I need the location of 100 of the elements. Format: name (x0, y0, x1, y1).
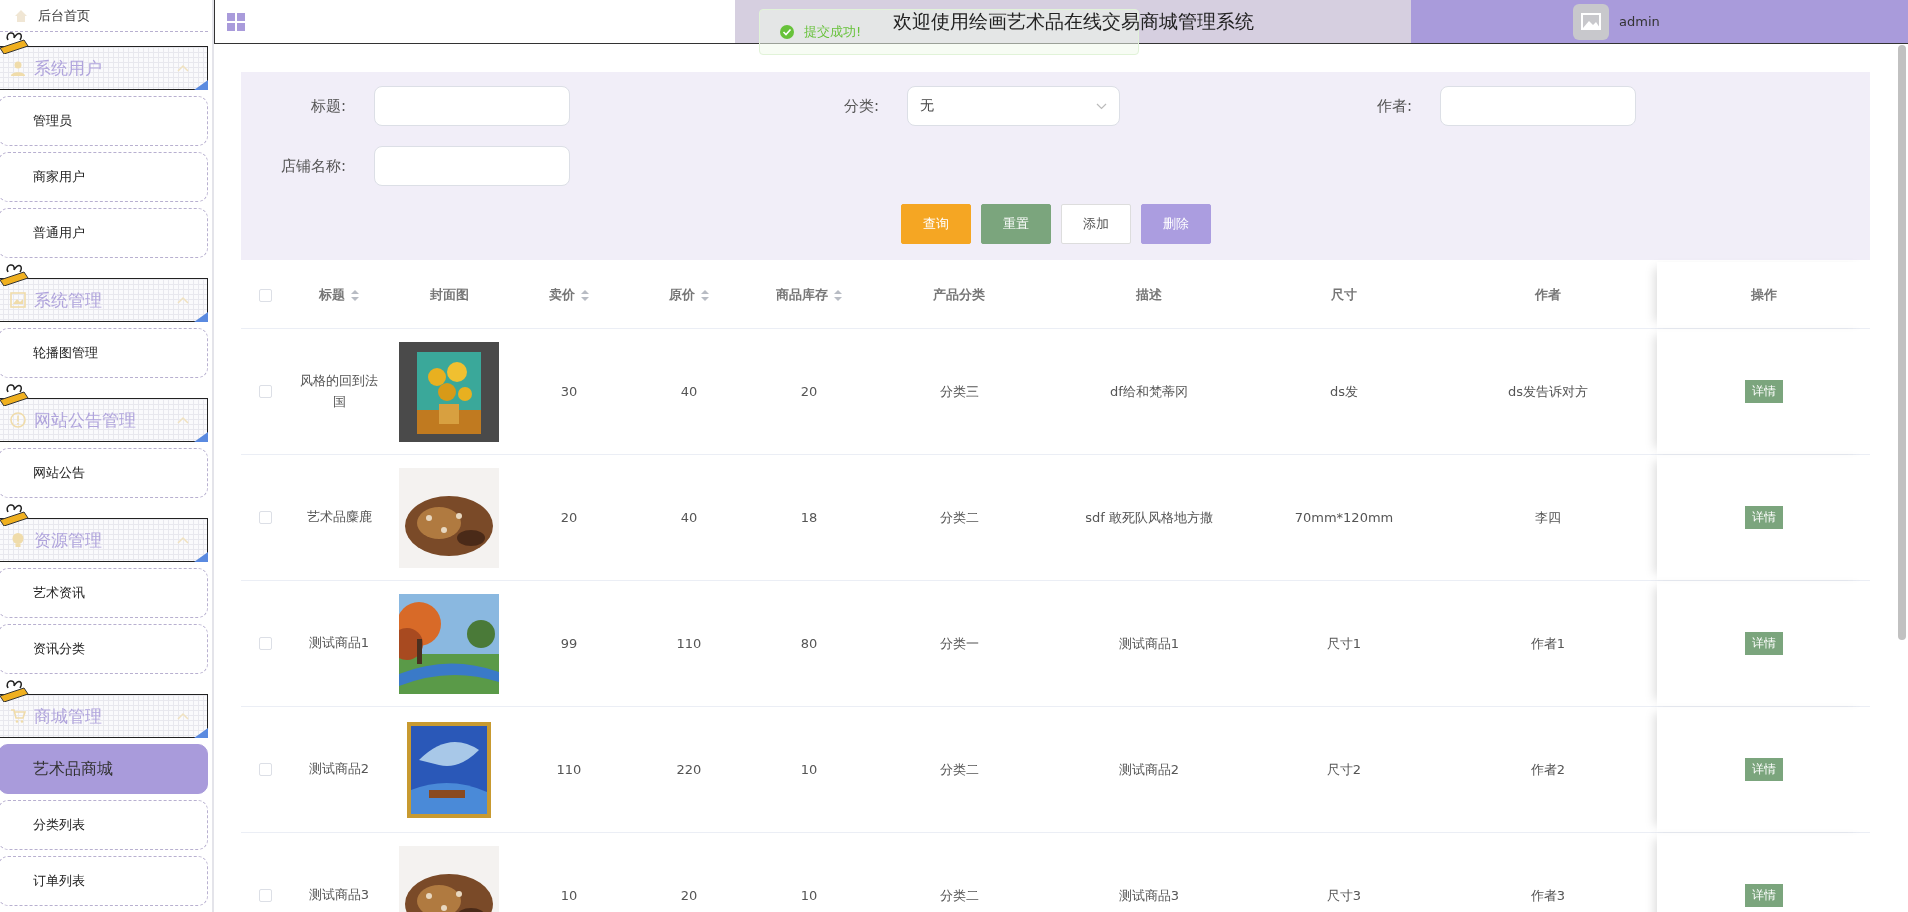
sidebar-item-label: 后台首页 (38, 6, 90, 25)
column-header: 卖价 (549, 286, 575, 304)
table-cell: df给和梵蒂冈 (1110, 382, 1188, 401)
sort-icon[interactable] (581, 289, 589, 301)
folded-corner-icon (194, 432, 208, 442)
table-cell: 80 (800, 636, 818, 651)
toast-message: 提交成功! (804, 23, 862, 41)
table-cell: 李四 (1535, 508, 1561, 527)
table-cell: 测试商品1 (1118, 634, 1180, 653)
table-cell: 40 (680, 510, 698, 525)
select-all-checkbox[interactable] (258, 288, 272, 302)
field-label: 店铺名称: (279, 156, 347, 176)
sort-icon[interactable] (701, 289, 709, 301)
table-cell-text: 风格的回到法国 (299, 371, 379, 411)
table-cell: 20 (680, 888, 698, 903)
caret-icon (177, 64, 189, 72)
row-checkbox[interactable] (258, 637, 272, 650)
detail-button[interactable]: 详情 (1744, 380, 1783, 403)
table-cell-text: 艺术品麋鹿 (306, 508, 372, 527)
row-checkbox[interactable] (258, 511, 272, 524)
folded-corner-icon (194, 728, 208, 738)
detail-button[interactable]: 详情 (1744, 632, 1783, 655)
cart-icon (10, 708, 26, 724)
binder-clip-icon (0, 262, 30, 286)
table-cell: 分类一 (939, 634, 979, 653)
binder-clip-icon (0, 382, 30, 406)
chevron-down-icon (1096, 102, 1107, 110)
table-cell: 220 (676, 762, 702, 777)
table-cell: sdf 敢死队风格地方撒 (1085, 508, 1213, 527)
column-header: 商品库存 (776, 286, 828, 304)
table-cell: 70mm*120mm (1294, 510, 1394, 525)
image-icon (10, 292, 26, 308)
table-cell: 20 (800, 384, 818, 399)
sidebar-item[interactable]: 艺术品商城 (0, 744, 208, 794)
table-cell: 分类三 (939, 382, 979, 401)
table-cell: 作者1 (1530, 634, 1566, 653)
binder-clip-icon (0, 502, 30, 526)
sidebar-item[interactable]: 轮播图管理 (0, 328, 208, 378)
sidebar-item[interactable]: 后台首页 (0, 0, 208, 32)
caret-icon (177, 712, 189, 720)
sidebar-item[interactable]: 商家用户 (0, 152, 208, 202)
table-cell: 18 (800, 510, 818, 525)
table-cell: 作者2 (1530, 760, 1566, 779)
sidebar-item[interactable]: 管理员 (0, 96, 208, 146)
sidebar-item[interactable]: 普通用户 (0, 208, 208, 258)
table-cell: 分类二 (939, 760, 979, 779)
system-title: 欢迎使用绘画艺术品在线交易商城管理系统 (892, 8, 1254, 34)
table-cell: 作者3 (1530, 886, 1566, 905)
caret-icon (177, 536, 189, 544)
field-label: 标题: (309, 96, 347, 116)
column-header: 产品分类 (933, 286, 985, 304)
table-cell: ds发告诉对方 (1508, 382, 1588, 401)
detail-button[interactable]: 详情 (1744, 758, 1783, 781)
table-cell: 10 (800, 888, 818, 903)
sort-icon[interactable] (834, 289, 842, 301)
sidebar-item[interactable]: 网站公告 (0, 448, 208, 498)
sort-icon[interactable] (351, 289, 359, 301)
check-circle-icon (780, 25, 794, 39)
row-checkbox[interactable] (258, 385, 272, 398)
input-field[interactable] (374, 86, 570, 126)
scrollbar[interactable] (1898, 45, 1906, 640)
table-cell: 10 (560, 888, 578, 903)
table-cell-text: 测试商品1 (308, 634, 370, 653)
table-cell: 分类二 (939, 508, 979, 527)
sidebar-item[interactable]: 分类列表 (0, 800, 208, 850)
table-cell: 110 (676, 636, 702, 651)
detail-button[interactable]: 详情 (1744, 884, 1783, 907)
category-select[interactable]: 无 (907, 86, 1120, 126)
action-button[interactable]: 添加 (1060, 204, 1131, 244)
grid-menu-icon[interactable] (227, 12, 245, 31)
table-cell: 20 (560, 510, 578, 525)
table-cell-text: 测试商品3 (308, 886, 370, 905)
input-field[interactable] (374, 146, 570, 186)
folded-corner-icon (194, 80, 208, 90)
row-checkbox[interactable] (258, 889, 272, 902)
table-cell: ds发 (1330, 382, 1358, 401)
field-label: 分类: (842, 96, 880, 116)
column-header: 原价 (669, 286, 695, 304)
sidebar-item[interactable]: 订单列表 (0, 856, 208, 906)
row-checkbox[interactable] (258, 763, 272, 776)
action-button[interactable]: 重置 (980, 204, 1051, 244)
table-cell: 10 (800, 762, 818, 777)
sidebar-item[interactable]: 艺术资讯 (0, 568, 208, 618)
input-field[interactable] (1440, 86, 1636, 126)
detail-button[interactable]: 详情 (1744, 506, 1783, 529)
info-icon (10, 412, 26, 428)
table-cell: 30 (560, 384, 578, 399)
user-icon (10, 60, 26, 76)
table-cell-text: 测试商品2 (308, 760, 370, 779)
column-header: 操作 (1750, 286, 1777, 304)
table-cell: 测试商品3 (1118, 886, 1180, 905)
caret-icon (177, 296, 189, 304)
column-header: 封面图 (429, 286, 469, 304)
table-cell: 测试商品2 (1118, 760, 1180, 779)
user-name: admin (1619, 14, 1660, 29)
sidebar-item[interactable]: 资讯分类 (0, 624, 208, 674)
table-cell: 分类二 (939, 886, 979, 905)
caret-icon (177, 416, 189, 424)
avatar-image-icon[interactable] (1573, 3, 1609, 40)
table-cell: 110 (556, 762, 582, 777)
